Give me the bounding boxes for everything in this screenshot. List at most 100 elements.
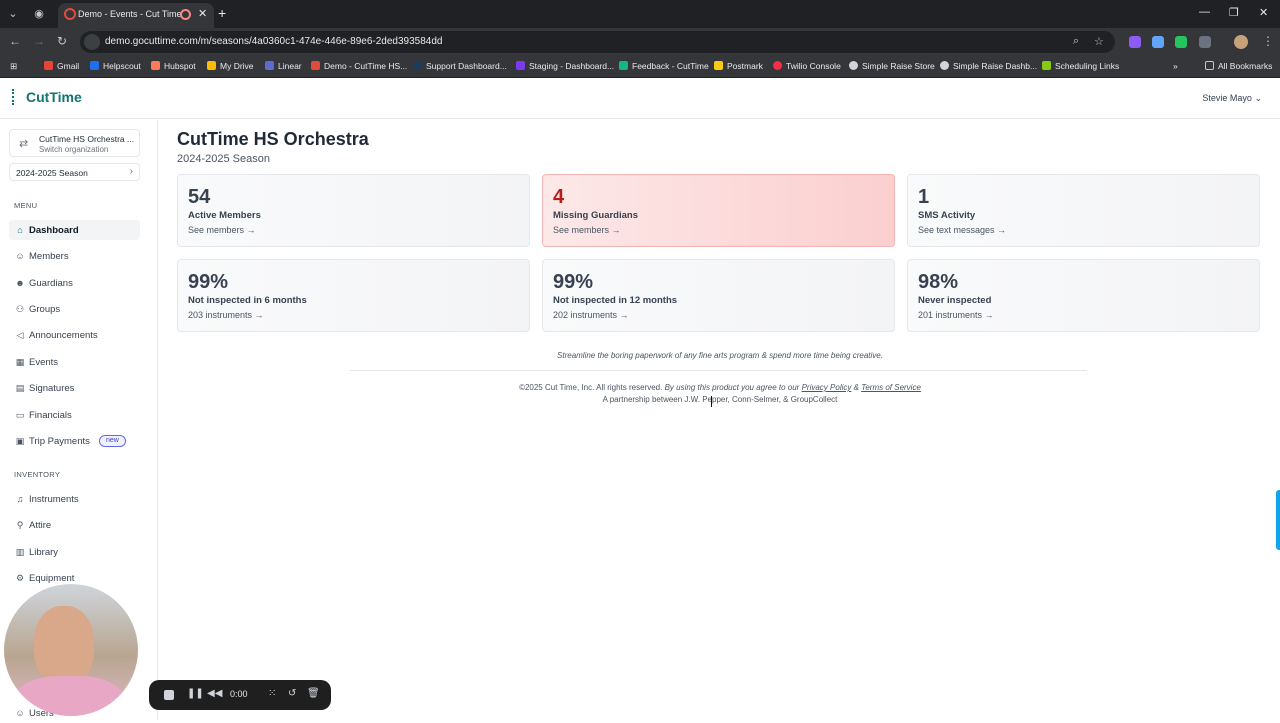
stat-caption: Never inspected	[918, 295, 992, 306]
bookmark-item[interactable]: Helpscout	[90, 61, 141, 71]
sidebar-item-attire[interactable]: ⚲ Attire	[9, 515, 140, 535]
bookmark-item[interactable]: My Drive	[207, 61, 254, 71]
bookmark-item[interactable]: Simple Raise Dashb...	[940, 61, 1037, 71]
see-members-link[interactable]: See members →	[188, 225, 256, 235]
instruments-link[interactable]: 201 instruments →	[918, 310, 994, 320]
see-members-link[interactable]: See members →	[553, 225, 621, 235]
bookmarks-bar: ⊞ Gmail Helpscout Hubspot My Drive Linea…	[0, 56, 1280, 78]
sidebar-item-label: Attire	[29, 520, 52, 531]
site-info-icon[interactable]	[84, 34, 100, 50]
user-menu[interactable]: Stevie Mayo ⌄	[1202, 93, 1262, 104]
sidebar-item-label: Dashboard	[29, 225, 79, 236]
recording-timer: 0:00	[230, 689, 248, 699]
sidebar-item-financials[interactable]: ▭ Financials	[9, 405, 140, 425]
bookmark-item[interactable]: Twilio Console	[773, 61, 841, 71]
browser-menu-icon[interactable]: ⋮	[1262, 34, 1274, 48]
bookmark-item[interactable]: Simple Raise Store	[849, 61, 935, 71]
bookmark-item[interactable]: Demo - CutTime HS...	[311, 61, 407, 71]
stat-caption: SMS Activity	[918, 210, 976, 221]
new-tab-button[interactable]: +	[218, 5, 226, 21]
url-text: demo.gocuttime.com/m/seasons/4a0360c1-47…	[105, 36, 443, 47]
season-selector[interactable]: 2024-2025 Season ›	[9, 163, 140, 181]
org-switch-label: Switch organization	[39, 145, 109, 154]
sidebar-item-instruments[interactable]: ♫ Instruments	[9, 489, 140, 509]
sidebar-item-dashboard[interactable]: ⌂ Dashboard	[9, 220, 140, 240]
sidebar-item-trip-payments[interactable]: ▣ Trip Payments new	[9, 431, 140, 451]
stat-card-not-inspected-6-months: 99% Not inspected in 6 months 203 instru…	[177, 259, 530, 332]
bookmark-item[interactable]: Postmark	[714, 61, 763, 71]
groups-icon: ⚇	[15, 304, 25, 314]
stop-recording-button[interactable]	[164, 690, 174, 700]
back-icon[interactable]: ←	[9, 34, 21, 48]
privacy-policy-link[interactable]: Privacy Policy	[802, 383, 852, 392]
bookmark-item[interactable]: Hubspot	[151, 61, 196, 71]
presenter-face	[34, 606, 94, 684]
trash-icon[interactable]: 🗑	[307, 688, 320, 699]
stat-caption: Active Members	[188, 210, 261, 221]
bookmark-item[interactable]: Feedback - CutTime	[619, 61, 709, 71]
extension-icon[interactable]	[1152, 36, 1164, 48]
record-indicator-icon: ◉	[34, 8, 44, 20]
attire-icon: ⚲	[16, 520, 24, 530]
tab-search-icon[interactable]: ⌄	[4, 5, 22, 23]
pause-icon[interactable]: ❚❚	[187, 688, 204, 699]
restore-icon[interactable]: ❐	[1229, 6, 1239, 19]
cuttime-logo[interactable]: CutTime	[12, 89, 82, 105]
zoom-icon[interactable]: ⌕	[1073, 35, 1079, 48]
tagline: Streamline the boring paperwork of any f…	[557, 351, 883, 360]
sidebar-item-groups[interactable]: ⚇ Groups	[9, 299, 140, 319]
stat-card-never-inspected: 98% Never inspected 201 instruments →	[907, 259, 1260, 332]
bookmark-item[interactable]: Gmail	[44, 61, 79, 71]
sidebar-item-announcements[interactable]: ◁ Announcements	[9, 325, 140, 345]
grid-icon[interactable]: ⁙	[268, 688, 276, 699]
extension-icon[interactable]	[1175, 36, 1187, 48]
all-bookmarks-folder[interactable]: All Bookmarks	[1205, 61, 1272, 71]
close-tab-icon[interactable]: ✕	[198, 7, 207, 20]
stat-value: 54	[188, 186, 211, 208]
bookmark-item[interactable]: Linear	[265, 61, 302, 71]
megaphone-icon: ◁	[16, 330, 24, 340]
library-icon: ▥	[15, 547, 25, 557]
instruments-link[interactable]: 203 instruments →	[188, 310, 264, 320]
instruments-link[interactable]: 202 instruments →	[553, 310, 629, 320]
footer-legal: ©2025 Cut Time, Inc. All rights reserved…	[0, 383, 1280, 392]
stat-caption: Not inspected in 6 months	[188, 295, 307, 306]
forward-icon[interactable]: →	[33, 34, 45, 48]
extension-icon[interactable]	[1129, 36, 1141, 48]
app-header: CutTime Stevie Mayo ⌄	[0, 80, 1280, 119]
see-text-messages-link[interactable]: See text messages →	[918, 225, 1006, 235]
extensions-puzzle-icon[interactable]	[1199, 36, 1211, 48]
webcam-bubble[interactable]	[4, 584, 138, 716]
stat-value: 99%	[553, 271, 594, 293]
apps-icon[interactable]: ⊞	[10, 61, 17, 72]
agree-text: By using this product you agree to our	[664, 383, 800, 392]
organization-switcher[interactable]: ⇄ CutTime HS Orchestra ... Switch organi…	[9, 129, 140, 157]
minimize-icon[interactable]: —	[1199, 6, 1210, 18]
more-bookmarks-icon[interactable]: »	[1173, 61, 1178, 71]
tab-recording-icon	[180, 9, 191, 20]
reload-icon[interactable]: ↻	[57, 34, 67, 48]
sidebar-item-label: Members	[29, 251, 69, 262]
copyright-text: ©2025 Cut Time, Inc. All rights reserved…	[519, 383, 663, 392]
season-label: 2024-2025 Season	[16, 168, 88, 178]
browser-tab[interactable]: Demo - Events - Cut Time ✕	[58, 3, 214, 28]
side-panel-tab[interactable]	[1276, 490, 1280, 550]
sidebar-item-library[interactable]: ▥ Library	[9, 542, 140, 562]
sidebar-item-members[interactable]: ☺ Members	[9, 246, 140, 266]
bookmark-item[interactable]: Support Dashboard...	[413, 61, 507, 71]
address-bar[interactable]: demo.gocuttime.com/m/seasons/4a0360c1-47…	[80, 31, 1115, 53]
bookmark-item[interactable]: Scheduling Links	[1042, 61, 1119, 71]
bookmark-star-icon[interactable]: ☆	[1094, 35, 1104, 48]
profile-avatar[interactable]	[1234, 35, 1248, 49]
stat-card-sms-activity: 1 SMS Activity See text messages →	[907, 174, 1260, 247]
bookmark-item[interactable]: Staging - Dashboard...	[516, 61, 614, 71]
sidebar-item-guardians[interactable]: ☻ Guardians	[9, 273, 140, 293]
restart-icon[interactable]: ↺	[288, 688, 296, 699]
terms-of-service-link[interactable]: Terms of Service	[861, 383, 921, 392]
new-badge: new	[99, 435, 126, 447]
rewind-icon[interactable]: ◀◀	[207, 688, 222, 699]
close-window-icon[interactable]: ✕	[1259, 6, 1268, 19]
page-subtitle: 2024-2025 Season	[177, 153, 270, 165]
sidebar-item-label: Groups	[29, 304, 61, 315]
instrument-icon: ♫	[16, 494, 24, 504]
